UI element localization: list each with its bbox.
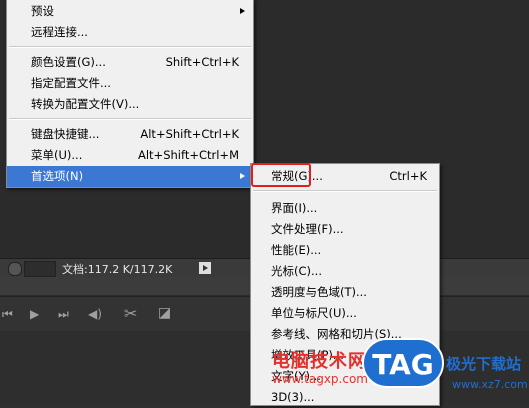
menu-item-label: 文件处理(F)... [271, 222, 344, 236]
watermark-url-2: www.xz7.com [452, 378, 528, 391]
edit-menu: 预设 远程连接... 颜色设置(G)... Shift+Ctrl+K 指定配置文… [6, 0, 254, 188]
menu-separator [9, 46, 251, 48]
status-menu-arrow-icon[interactable] [199, 262, 211, 274]
menu-item-keyboard-shortcuts[interactable]: 键盘快捷键... Alt+Shift+Ctrl+K [7, 124, 253, 145]
menu-item-convert-profile[interactable]: 转换为配置文件(V)... [7, 94, 253, 115]
menu-item-label: 菜单(U)... [31, 148, 83, 162]
menu-item-presets[interactable]: 预设 [7, 1, 253, 22]
menu-item-shortcut: Alt+Shift+Ctrl+M [137, 148, 239, 162]
menu-item-label: 性能(E)... [271, 243, 322, 257]
audio-icon[interactable]: ◀) [88, 307, 102, 321]
watermark-url: www.tagxp.com [272, 372, 368, 386]
menu-item-shortcut: Ctrl+K [389, 169, 427, 183]
menu-item-label: 预设 [31, 4, 54, 18]
submenu-arrow-icon [240, 173, 245, 179]
menu-item-preferences[interactable]: 首选项(N) [7, 166, 253, 187]
menu-item-shortcut: Alt+Shift+Ctrl+K [140, 127, 239, 141]
menu-item-label: 首选项(N) [31, 169, 84, 183]
watermark-text: 电脑技术网 [272, 351, 367, 372]
zoom-field[interactable] [24, 261, 56, 277]
submenu-item-units-rulers[interactable]: 单位与标尺(U)... [251, 303, 439, 324]
submenu-item-file-handling[interactable]: 文件处理(F)... [251, 219, 439, 240]
submenu-arrow-icon [240, 8, 245, 14]
menu-item-label: 单位与标尺(U)... [271, 306, 357, 320]
watermark-logo: TAG [362, 338, 444, 388]
menu-separator [9, 118, 251, 120]
menu-item-label: 指定配置文件... [31, 76, 111, 90]
menu-item-label: 3D(3)... [271, 390, 315, 404]
scissors-icon[interactable]: ✂ [124, 304, 137, 323]
menu-item-label: 转换为配置文件(V)... [31, 97, 140, 111]
menu-separator [253, 190, 437, 192]
menu-item-label: 界面(I)... [271, 201, 318, 215]
transition-icon[interactable]: ◪ [158, 305, 171, 321]
status-info-icon[interactable] [8, 262, 22, 276]
menu-item-label: 透明度与色域(T)... [271, 285, 367, 299]
menu-item-remote-connections[interactable]: 远程连接... [7, 22, 253, 43]
menu-item-color-settings[interactable]: 颜色设置(G)... Shift+Ctrl+K [7, 52, 253, 73]
play-icon[interactable]: ▶ [30, 307, 39, 321]
submenu-item-cursors[interactable]: 光标(C)... [251, 261, 439, 282]
document-size-label: 文档:117.2 K/117.2K [62, 263, 173, 276]
menu-item-label: 远程连接... [31, 25, 88, 39]
submenu-item-performance[interactable]: 性能(E)... [251, 240, 439, 261]
menu-item-label: 光标(C)... [271, 264, 322, 278]
menu-item-assign-profile[interactable]: 指定配置文件... [7, 73, 253, 94]
first-frame-icon[interactable]: ⏮ [2, 307, 13, 322]
submenu-item-interface[interactable]: 界面(I)... [251, 198, 439, 219]
next-frame-icon[interactable]: ⏭ [58, 307, 69, 322]
watermark-site: 极光下载站 [446, 355, 522, 373]
menu-item-label: 键盘快捷键... [31, 127, 100, 141]
menu-item-label: 颜色设置(G)... [31, 55, 106, 69]
general-highlight-box [251, 163, 311, 187]
submenu-item-transparency[interactable]: 透明度与色域(T)... [251, 282, 439, 303]
menu-item-menus[interactable]: 菜单(U)... Alt+Shift+Ctrl+M [7, 145, 253, 166]
submenu-item-3d[interactable]: 3D(3)... [251, 387, 439, 408]
menu-item-shortcut: Shift+Ctrl+K [165, 55, 239, 69]
